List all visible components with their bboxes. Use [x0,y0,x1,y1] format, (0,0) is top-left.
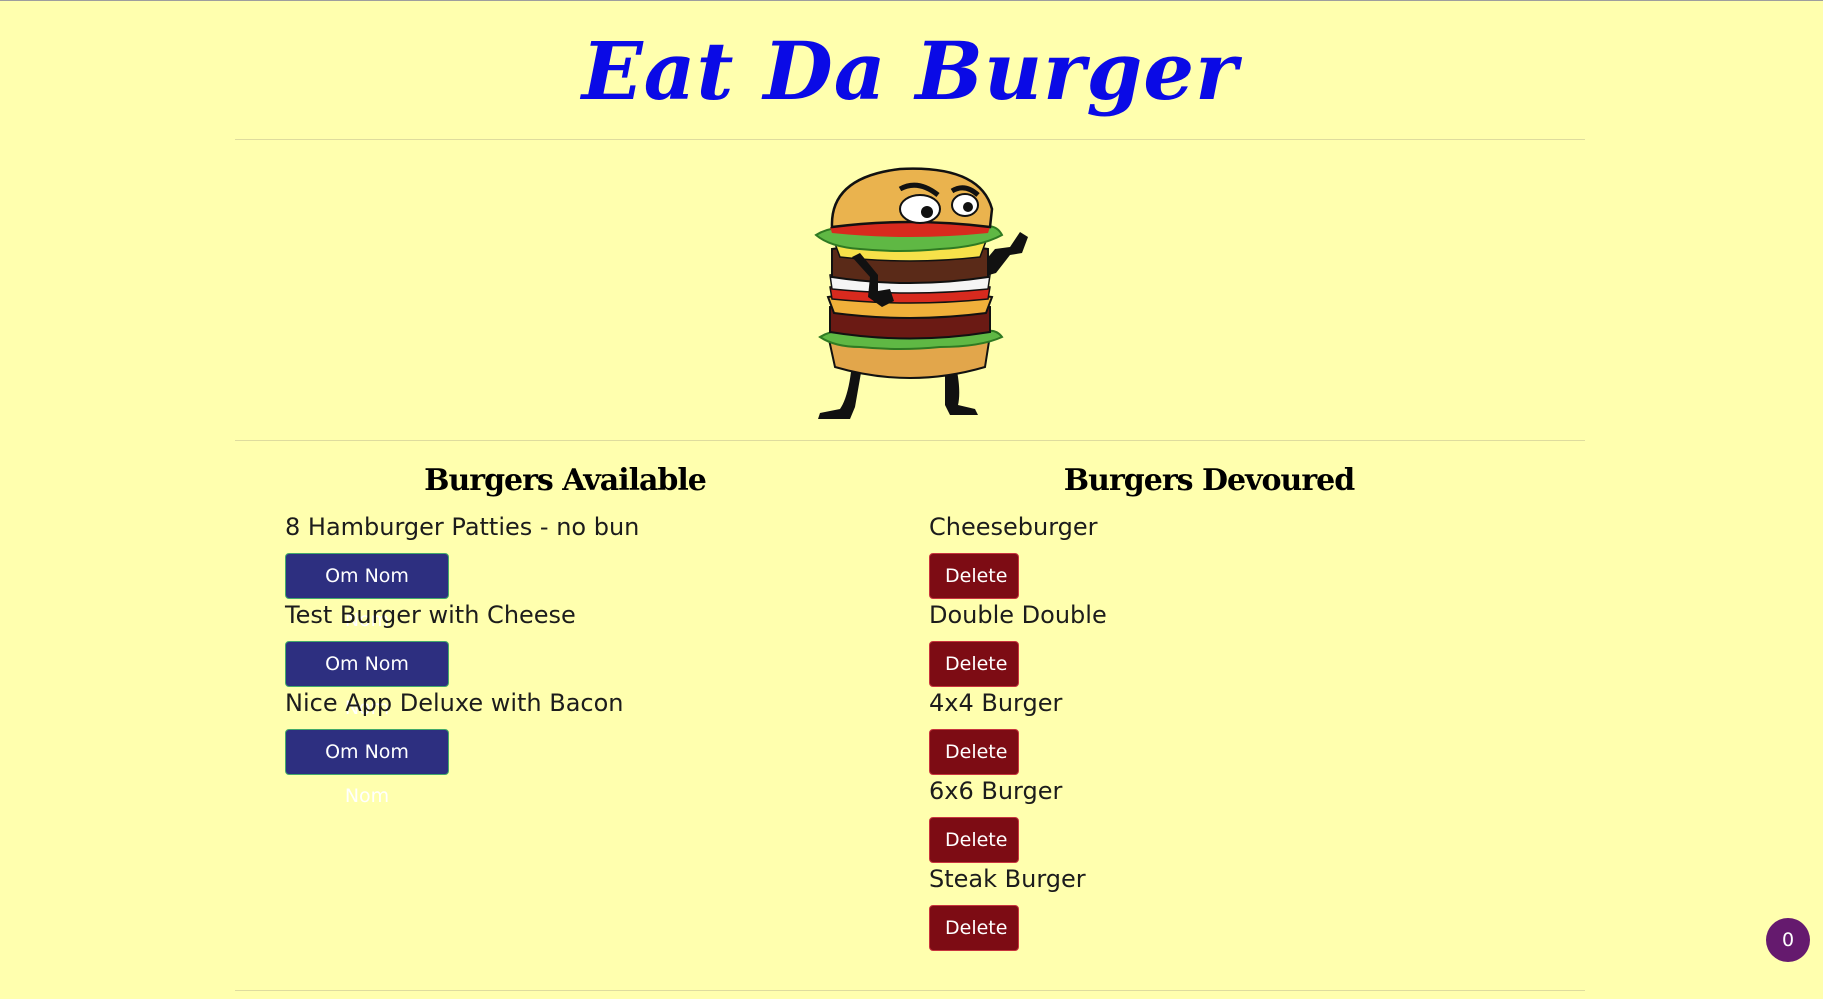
delete-button[interactable]: Delete [929,905,1019,951]
list-item: 8 Hamburger Patties - no bun Om Nom Nom [285,511,640,631]
divider-middle [235,440,1585,441]
list-item: Steak Burger Delete [929,863,1107,951]
devoured-section: Burgers Devoured Cheeseburger Delete Dou… [929,456,1604,951]
divider-top [235,139,1585,140]
list-item: Nice App Deluxe with Bacon Om Nom Nom [285,687,639,807]
burger-name: 6x6 Burger [929,777,1063,805]
burger-name: Nice App Deluxe with Bacon [285,689,624,717]
list-item: 4x4 Burger Delete [929,687,1107,775]
delete-button[interactable]: Delete [929,729,1019,775]
burger-name: Double Double [929,601,1107,629]
burger-name: Test Burger with Cheese [285,601,576,629]
list-item: Cheeseburger Delete [929,511,1107,599]
devour-button[interactable]: Om Nom Nom [285,729,449,807]
list-item: Test Burger with Cheese Om Nom Nom [285,599,639,719]
available-section: Burgers Available 8 Hamburger Patties - … [235,456,910,807]
burger-name: 4x4 Burger [929,689,1063,717]
devour-button[interactable]: Om Nom Nom [285,553,449,631]
devour-button[interactable]: Om Nom Nom [285,641,449,719]
list-item: Double Double Delete [929,599,1107,687]
delete-button[interactable]: Delete [929,553,1019,599]
devoured-list: Cheeseburger Delete Double Double Delete… [929,511,1107,951]
delete-button[interactable]: Delete [929,641,1019,687]
burger-name: Cheeseburger [929,513,1098,541]
list-item: 6x6 Burger Delete [929,775,1107,863]
delete-button[interactable]: Delete [929,817,1019,863]
available-list: 8 Hamburger Patties - no bun Om Nom Nom … [285,511,640,807]
burger-mascot-icon [814,167,1028,419]
burger-name: 8 Hamburger Patties - no bun [285,513,640,541]
count-badge[interactable]: 0 [1766,918,1810,962]
divider-bottom [235,990,1585,991]
available-heading: Burgers Available [424,463,707,498]
page-title: Eat Da Burger [581,24,1239,118]
burger-name: Steak Burger [929,865,1086,893]
devoured-heading: Burgers Devoured [1063,463,1355,498]
